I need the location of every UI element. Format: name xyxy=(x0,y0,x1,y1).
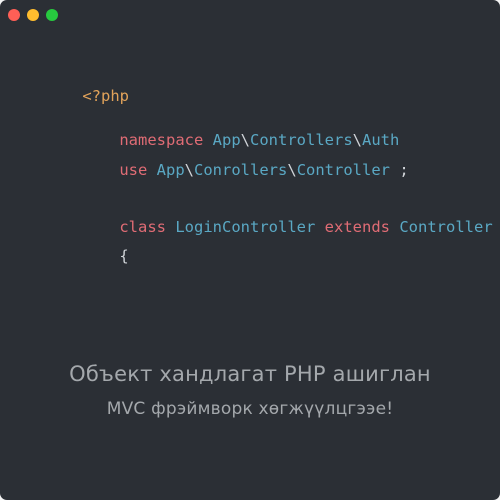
use-line: use App\Conrollers\Controller ; xyxy=(82,147,409,194)
caption-subtitle: MVC фрэймворк хөгжүүлцгээе! xyxy=(106,399,394,419)
php-open-tag: <?php xyxy=(82,86,129,105)
code-window: <?php namespace App\Controllers\Auth use… xyxy=(0,0,500,500)
use-segment: Controller xyxy=(296,160,391,179)
namespace-segment: Controllers xyxy=(250,130,353,149)
minimize-dot-icon[interactable] xyxy=(27,9,39,21)
namespace-segment: Auth xyxy=(362,130,400,149)
namespace-segment: App xyxy=(212,130,241,149)
brace-line: { xyxy=(82,233,129,280)
use-keyword: use xyxy=(119,160,148,179)
namespace-keyword: namespace xyxy=(119,130,204,149)
parent-class-name: Controller xyxy=(399,217,493,236)
maximize-dot-icon[interactable] xyxy=(46,9,58,21)
class-line: class LoginController extends Controller xyxy=(82,204,493,251)
close-dot-icon[interactable] xyxy=(8,9,20,21)
open-brace: { xyxy=(119,246,129,265)
caption-title: Объект хандлагат PHP ашиглан xyxy=(69,362,431,386)
namespace-separator: \ xyxy=(352,130,363,149)
class-name: LoginController xyxy=(175,217,316,236)
php-open-tag-line: <?php xyxy=(45,73,129,120)
window-controls xyxy=(8,9,58,21)
use-terminator: ; xyxy=(399,160,409,179)
use-separator: \ xyxy=(287,160,297,179)
use-segment: Conrollers xyxy=(194,160,288,179)
extends-keyword: extends xyxy=(324,217,390,236)
use-segment: App xyxy=(156,160,185,179)
use-separator: \ xyxy=(184,160,195,179)
namespace-separator: \ xyxy=(240,130,251,149)
